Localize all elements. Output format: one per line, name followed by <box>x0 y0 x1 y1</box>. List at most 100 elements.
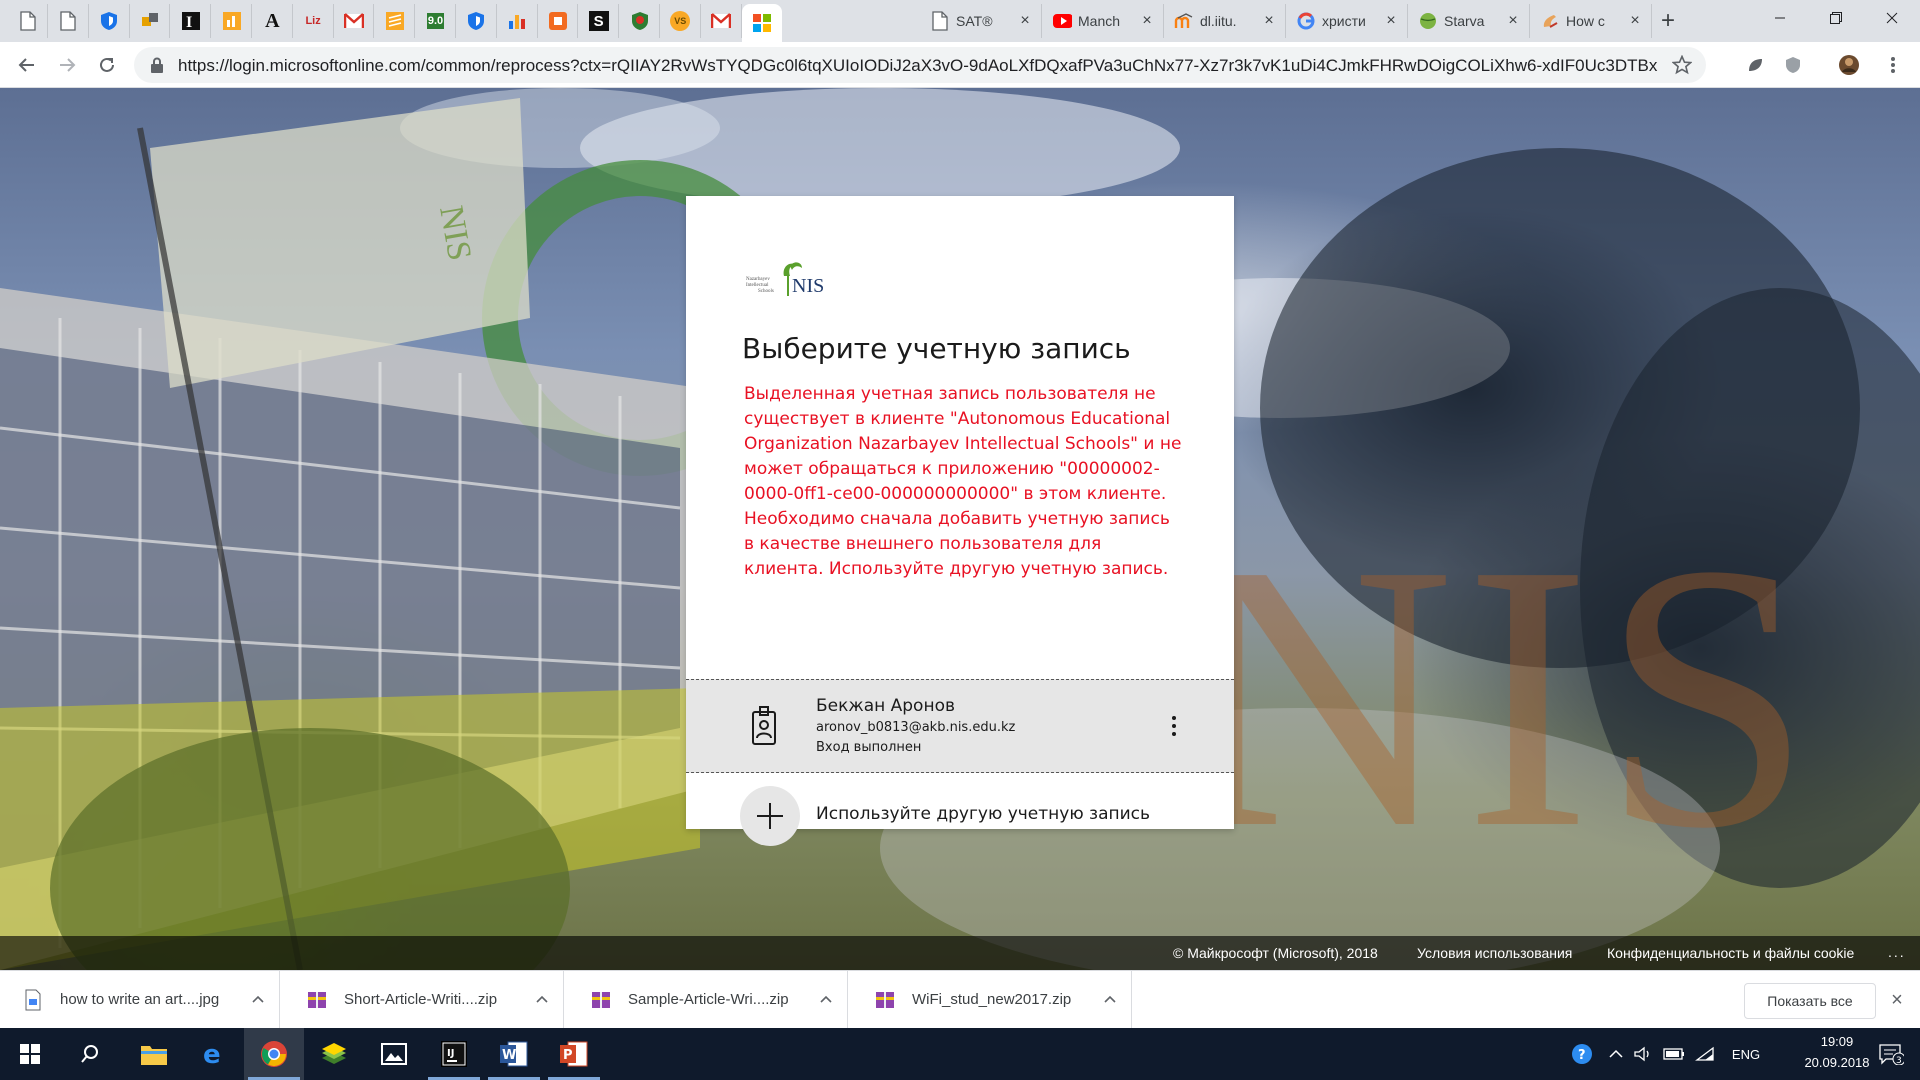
tab-close-icon[interactable]: × <box>1383 12 1399 30</box>
pinned-tab[interactable] <box>212 4 252 38</box>
use-another-account-label[interactable]: Используйте другую учетную запись <box>816 804 1150 824</box>
pinned-tab[interactable] <box>130 4 171 38</box>
bar-chart-icon <box>507 11 527 31</box>
clock-time[interactable]: 19:09 <box>1796 1034 1878 1049</box>
pinned-tab[interactable]: 9.0 <box>416 4 456 38</box>
tab-close-icon[interactable]: × <box>1261 12 1277 30</box>
minimize-button[interactable] <box>1752 0 1808 36</box>
logo-text: NIS <box>792 275 824 297</box>
url-text[interactable]: https://login.microsoftonline.com/common… <box>178 56 1658 76</box>
photos-app[interactable] <box>364 1028 424 1080</box>
battery-icon[interactable] <box>1662 1042 1686 1066</box>
profile-avatar[interactable] <box>1838 54 1860 76</box>
edge-icon: e <box>203 1041 221 1067</box>
forward-button[interactable] <box>52 50 82 80</box>
tab-close-icon[interactable]: × <box>1017 12 1033 30</box>
add-account-button[interactable] <box>740 786 800 846</box>
download-name[interactable]: Sample-Article-Wri....zip <box>628 991 789 1008</box>
pinned-tab[interactable] <box>8 4 48 38</box>
privacy-link[interactable]: Конфиденциальность и файлы cookie <box>1607 945 1854 961</box>
pinned-tab[interactable] <box>375 4 416 38</box>
account-options-button[interactable] <box>1164 710 1184 742</box>
bluestacks-app[interactable] <box>304 1028 364 1080</box>
use-another-account-tile[interactable]: Используйте другую учетную запись <box>686 786 1234 866</box>
pinned-tab[interactable]: S <box>579 4 620 38</box>
tab-close-icon[interactable]: × <box>1139 12 1155 30</box>
browser-menu-button[interactable] <box>1882 54 1904 76</box>
browser-tab[interactable]: SAT® × <box>922 4 1042 38</box>
pinned-tab[interactable] <box>702 4 742 38</box>
browser-tab[interactable]: Starva × <box>1410 4 1530 38</box>
tab-strip: I A Liz 9.0 S VS SAT® × Manch × dl.iitu. × христи × S… <box>0 0 1920 42</box>
chevron-up-icon[interactable] <box>1100 989 1120 1009</box>
new-tab-button[interactable]: + <box>1654 8 1682 36</box>
file-explorer-app[interactable] <box>124 1028 184 1080</box>
browser-tab[interactable]: Manch × <box>1044 4 1164 38</box>
chevron-up-icon[interactable] <box>248 989 268 1009</box>
badge-person-icon <box>752 706 776 745</box>
pinned-tab[interactable]: A <box>253 4 293 38</box>
search-button[interactable] <box>60 1028 120 1080</box>
ball-icon <box>1418 11 1438 31</box>
account-tile[interactable]: Бекжан Аронов aronov_b0813@akb.nis.edu.k… <box>686 679 1234 773</box>
close-window-button[interactable] <box>1864 0 1920 36</box>
chevron-up-icon[interactable] <box>532 989 552 1009</box>
volume-icon[interactable] <box>1632 1042 1654 1066</box>
account-email: aronov_b0813@akb.nis.edu.kz <box>816 720 1016 735</box>
chrome-app[interactable] <box>244 1028 304 1080</box>
word-app[interactable]: W <box>484 1028 544 1080</box>
reload-button[interactable] <box>92 50 122 80</box>
chevron-up-tray-icon[interactable] <box>1606 1042 1626 1066</box>
wifi-icon[interactable] <box>1694 1042 1716 1066</box>
edge-app[interactable]: e <box>184 1028 244 1080</box>
pinned-tab[interactable] <box>49 4 89 38</box>
intellij-app[interactable]: IJ <box>424 1028 484 1080</box>
download-item[interactable]: WiFi_stud_new2017.zip <box>852 971 1132 1029</box>
powerpoint-app[interactable]: P <box>544 1028 604 1080</box>
download-name[interactable]: WiFi_stud_new2017.zip <box>912 991 1071 1008</box>
back-button[interactable] <box>12 50 42 80</box>
show-all-downloads-button[interactable]: Показать все <box>1744 983 1876 1019</box>
extension-shield-icon[interactable] <box>1782 54 1804 76</box>
a-letter-icon: A <box>265 9 280 32</box>
help-icon[interactable]: ? <box>1568 1042 1596 1066</box>
microsoft-icon <box>752 13 772 33</box>
clock-date[interactable]: 20.09.2018 <box>1796 1055 1878 1070</box>
address-bar[interactable]: https://login.microsoftonline.com/common… <box>134 47 1706 83</box>
bookmark-star-icon[interactable] <box>1672 55 1692 75</box>
close-shelf-icon[interactable]: × <box>1886 989 1908 1011</box>
pinned-tab[interactable] <box>90 4 130 38</box>
notification-count: 3 <box>1896 1056 1902 1065</box>
restore-button[interactable] <box>1808 0 1864 36</box>
archive-icon <box>592 992 610 1008</box>
pinned-tab[interactable] <box>334 4 375 38</box>
pinned-tab[interactable]: I <box>171 4 212 38</box>
download-name[interactable]: how to write an art....jpg <box>60 991 219 1008</box>
svg-text:IJ: IJ <box>447 1048 454 1059</box>
notifications-button[interactable]: 3 <box>1874 1042 1908 1066</box>
tab-close-icon[interactable]: × <box>1505 12 1521 30</box>
pinned-tab[interactable]: Liz <box>294 4 334 38</box>
footer-more-button[interactable]: ... <box>1888 944 1906 960</box>
pinned-tab[interactable] <box>498 4 538 38</box>
tab-close-icon[interactable]: × <box>1627 12 1643 30</box>
download-item[interactable]: Short-Article-Writi....zip <box>284 971 564 1029</box>
extension-leaf-icon[interactable] <box>1744 54 1766 76</box>
more-vert-icon <box>1891 57 1895 73</box>
download-name[interactable]: Short-Article-Writi....zip <box>344 991 497 1008</box>
pinned-tab[interactable] <box>742 4 783 42</box>
terms-link[interactable]: Условия использования <box>1417 945 1572 961</box>
pinned-tab[interactable] <box>457 4 497 38</box>
browser-tab[interactable]: dl.iitu. × <box>1166 4 1286 38</box>
browser-tab[interactable]: христи × <box>1288 4 1408 38</box>
pinned-tab[interactable] <box>620 4 660 38</box>
download-item[interactable]: Sample-Article-Wri....zip <box>568 971 848 1029</box>
account-status: Вход выполнен <box>816 740 922 755</box>
browser-tab[interactable]: How c × <box>1532 4 1652 38</box>
chevron-up-icon[interactable] <box>816 989 836 1009</box>
pinned-tab[interactable] <box>538 4 579 38</box>
pinned-tab[interactable]: VS <box>661 4 701 38</box>
start-button[interactable] <box>0 1028 60 1080</box>
input-language[interactable]: ENG <box>1726 1042 1766 1066</box>
download-item[interactable]: how to write an art....jpg <box>0 971 280 1029</box>
